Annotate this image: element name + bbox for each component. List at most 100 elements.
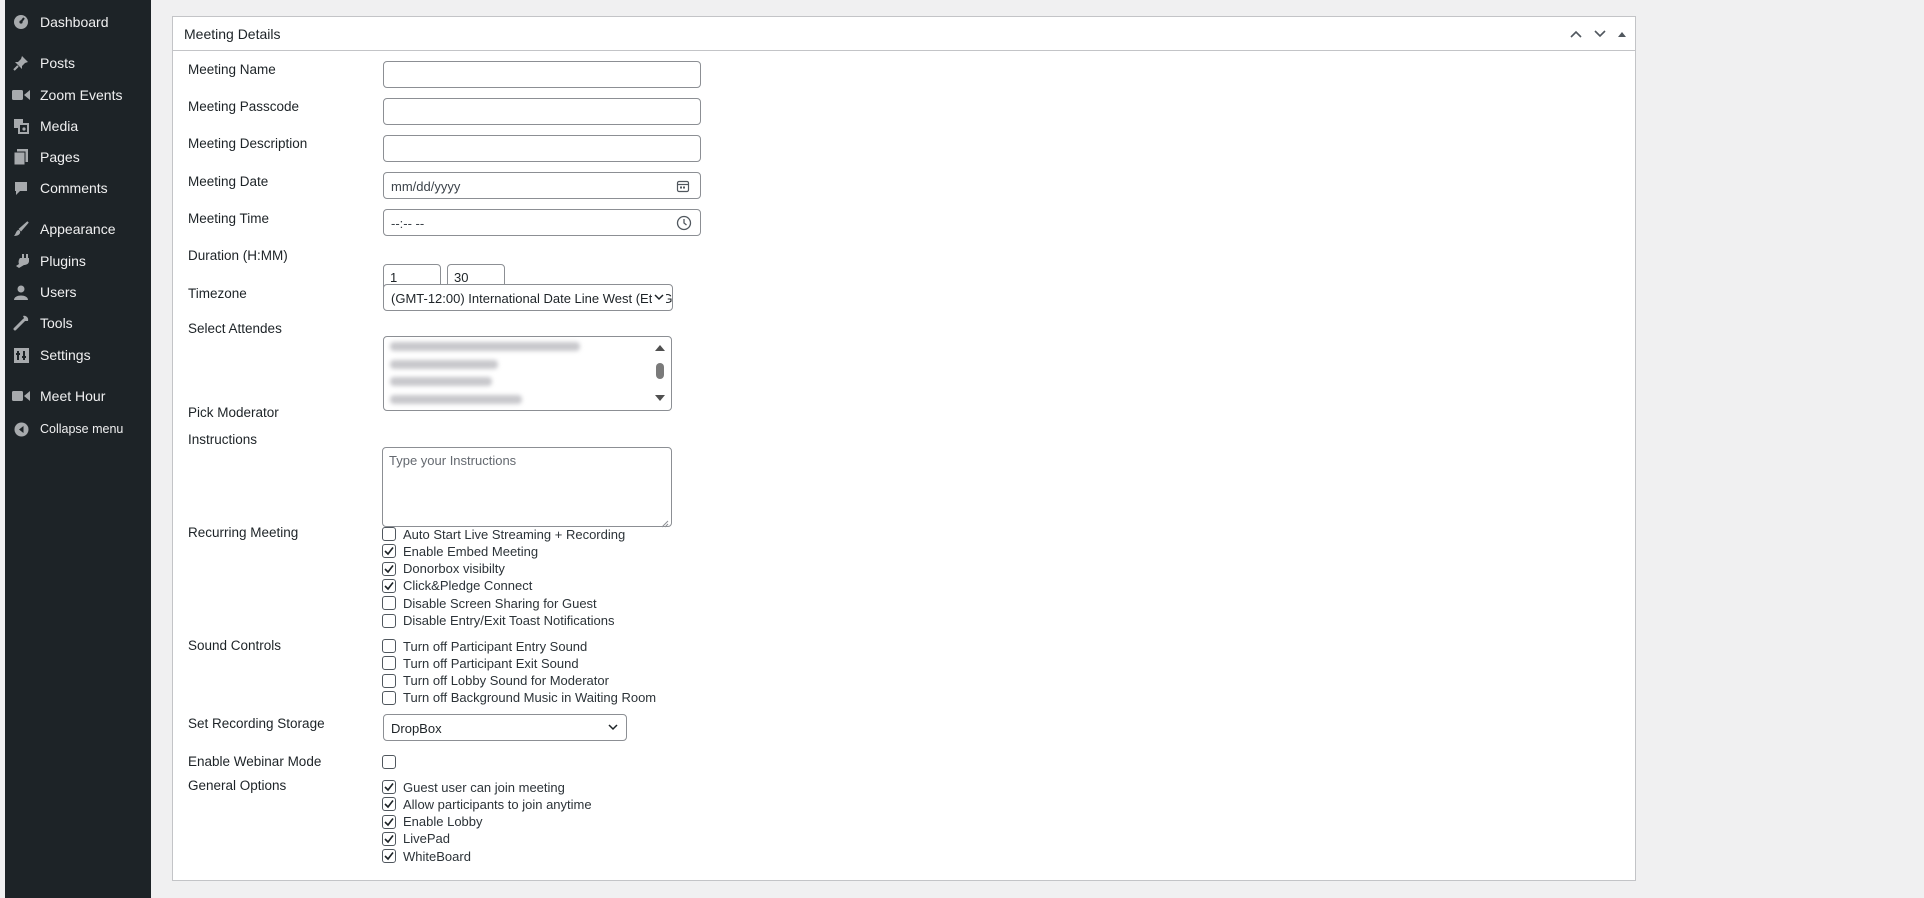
sidebar-item-meet-hour[interactable]: Meet Hour bbox=[5, 382, 151, 410]
attendee-option-blurred[interactable] bbox=[390, 342, 580, 351]
sidebar-item-appearance[interactable]: Appearance bbox=[5, 215, 151, 243]
sidebar-collapse-menu[interactable]: Collapse menu bbox=[5, 415, 151, 443]
checkbox-label: Disable Screen Sharing for Guest bbox=[403, 595, 597, 611]
recurring-option-checkbox[interactable]: Disable Screen Sharing for Guest bbox=[382, 595, 597, 611]
sidebar-item-label: Dashboard bbox=[40, 14, 109, 30]
meeting-date-placeholder: mm/dd/yyyy bbox=[391, 179, 461, 194]
checkbox-unchecked[interactable] bbox=[382, 673, 396, 688]
checkbox-checked[interactable] bbox=[382, 561, 396, 576]
checkbox-label: Enable Lobby bbox=[403, 814, 483, 830]
sidebar-item-label: Plugins bbox=[40, 253, 86, 269]
sound-option-checkbox[interactable]: Turn off Participant Exit Sound bbox=[382, 655, 579, 671]
general-options-label: General Options bbox=[188, 778, 287, 793]
toggle-panel-button[interactable] bbox=[1613, 25, 1631, 43]
checkbox-label: Click&Pledge Connect bbox=[403, 578, 533, 594]
sidebar-item-label: Appearance bbox=[40, 221, 116, 237]
checkbox-label: Auto Start Live Streaming + Recording bbox=[403, 526, 626, 542]
attendee-option-blurred[interactable] bbox=[390, 360, 498, 369]
meeting-date-input[interactable]: mm/dd/yyyy bbox=[383, 172, 701, 199]
attendees-scrollbar[interactable] bbox=[650, 338, 670, 409]
sidebar-item-pages[interactable]: Pages bbox=[5, 143, 151, 171]
meeting-name-input[interactable] bbox=[383, 61, 701, 88]
meeting-passcode-label: Meeting Passcode bbox=[188, 99, 300, 114]
meeting-description-label: Meeting Description bbox=[188, 136, 308, 151]
checkbox-unchecked[interactable] bbox=[382, 527, 396, 541]
checkbox-checked[interactable] bbox=[382, 831, 396, 846]
sidebar-item-posts[interactable]: Posts bbox=[5, 49, 151, 77]
chevron-down-icon bbox=[1594, 30, 1606, 38]
meeting-description-input[interactable] bbox=[383, 135, 701, 162]
recurring-option-checkbox[interactable]: Auto Start Live Streaming + Recording bbox=[382, 526, 625, 542]
sidebar-item-tools[interactable]: Tools bbox=[5, 309, 151, 337]
checkbox-label: Turn off Participant Exit Sound bbox=[403, 655, 579, 671]
timezone-selected-value: (GMT-12:00) International Date Line West… bbox=[391, 291, 672, 306]
recurring-option-checkbox[interactable]: Enable Embed Meeting bbox=[382, 543, 538, 559]
media-icon bbox=[12, 117, 30, 135]
sound-option-checkbox[interactable]: Turn off Participant Entry Sound bbox=[382, 638, 587, 654]
recording-storage-label: Set Recording Storage bbox=[188, 716, 325, 731]
collapse-icon bbox=[12, 420, 30, 438]
attendee-option-blurred[interactable] bbox=[390, 377, 492, 386]
attendee-option-blurred[interactable] bbox=[390, 395, 522, 404]
plugin-icon bbox=[12, 252, 30, 270]
sidebar-item-users[interactable]: Users bbox=[5, 278, 151, 306]
chevron-down-icon bbox=[606, 720, 620, 734]
meeting-time-placeholder: --:-- -- bbox=[391, 216, 425, 231]
general-option-checkbox[interactable]: WhiteBoard bbox=[382, 848, 471, 864]
checkbox-checked[interactable] bbox=[382, 814, 396, 829]
checkbox-unchecked[interactable] bbox=[382, 656, 396, 671]
sidebar-item-settings[interactable]: Settings bbox=[5, 341, 151, 369]
checkbox-checked[interactable] bbox=[382, 544, 396, 559]
sidebar-item-label: Comments bbox=[40, 180, 108, 196]
checkbox-unchecked[interactable] bbox=[382, 690, 396, 705]
video-camera-icon bbox=[12, 387, 30, 405]
checkbox-label: WhiteBoard bbox=[403, 848, 471, 864]
meeting-time-input[interactable]: --:-- -- bbox=[383, 209, 701, 236]
checkbox-label: Turn off Background Music in Waiting Roo… bbox=[403, 690, 657, 706]
recurring-option-checkbox[interactable]: Click&Pledge Connect bbox=[382, 578, 532, 594]
checkbox-label: Donorbox visibilty bbox=[403, 561, 505, 577]
checkbox-unchecked[interactable] bbox=[382, 613, 396, 628]
panel-header: Meeting Details bbox=[173, 17, 1635, 51]
timezone-select[interactable]: (GMT-12:00) International Date Line West… bbox=[383, 284, 673, 311]
sidebar-item-comments[interactable]: Comments bbox=[5, 174, 151, 202]
sidebar-item-label: Zoom Events bbox=[40, 87, 123, 103]
sidebar-item-plugins[interactable]: Plugins bbox=[5, 247, 151, 275]
checkbox-checked[interactable] bbox=[382, 797, 396, 812]
checkbox-unchecked[interactable] bbox=[382, 596, 396, 611]
comment-icon bbox=[12, 179, 30, 197]
pushpin-icon bbox=[12, 54, 30, 72]
general-option-checkbox[interactable]: Guest user can join meeting bbox=[382, 779, 565, 795]
recording-storage-select[interactable]: DropBox bbox=[383, 714, 627, 741]
sidebar-item-dashboard[interactable]: Dashboard bbox=[5, 8, 151, 36]
checkbox-checked[interactable] bbox=[382, 849, 396, 864]
meeting-date-label: Meeting Date bbox=[188, 174, 269, 189]
recurring-option-checkbox[interactable]: Disable Entry/Exit Toast Notifications bbox=[382, 613, 614, 629]
attendees-multiselect[interactable] bbox=[383, 336, 672, 411]
meeting-passcode-input[interactable] bbox=[383, 98, 701, 125]
general-option-checkbox[interactable]: Enable Lobby bbox=[382, 814, 483, 830]
checkbox-box[interactable] bbox=[382, 755, 396, 769]
checkbox-label: Guest user can join meeting bbox=[403, 779, 565, 795]
webinar-mode-checkbox[interactable] bbox=[382, 754, 403, 770]
checkbox-checked[interactable] bbox=[382, 780, 396, 794]
sound-option-checkbox[interactable]: Turn off Background Music in Waiting Roo… bbox=[382, 690, 656, 706]
sidebar-item-label: Pages bbox=[40, 149, 80, 165]
sidebar-item-zoom-events[interactable]: Zoom Events bbox=[5, 81, 151, 109]
checkbox-unchecked[interactable] bbox=[382, 639, 396, 653]
checkbox-checked[interactable] bbox=[382, 578, 396, 593]
move-up-button[interactable] bbox=[1567, 25, 1585, 43]
general-option-checkbox[interactable]: LivePad bbox=[382, 831, 450, 847]
admin-sidebar: Dashboard Posts Zoom Events Media Pages … bbox=[0, 0, 151, 898]
sound-option-checkbox[interactable]: Turn off Lobby Sound for Moderator bbox=[382, 673, 609, 689]
caret-up-icon bbox=[1618, 31, 1626, 37]
sidebar-item-media[interactable]: Media bbox=[5, 112, 151, 140]
instructions-textarea[interactable]: Type your Instructions bbox=[382, 447, 672, 528]
general-option-checkbox[interactable]: Allow participants to join anytime bbox=[382, 796, 592, 812]
move-down-button[interactable] bbox=[1591, 25, 1609, 43]
recurring-option-checkbox[interactable]: Donorbox visibilty bbox=[382, 561, 505, 577]
clock-icon[interactable] bbox=[676, 215, 692, 231]
calendar-icon[interactable] bbox=[676, 178, 692, 194]
sidebar-item-label: Settings bbox=[40, 347, 91, 363]
resize-handle[interactable] bbox=[661, 516, 669, 528]
